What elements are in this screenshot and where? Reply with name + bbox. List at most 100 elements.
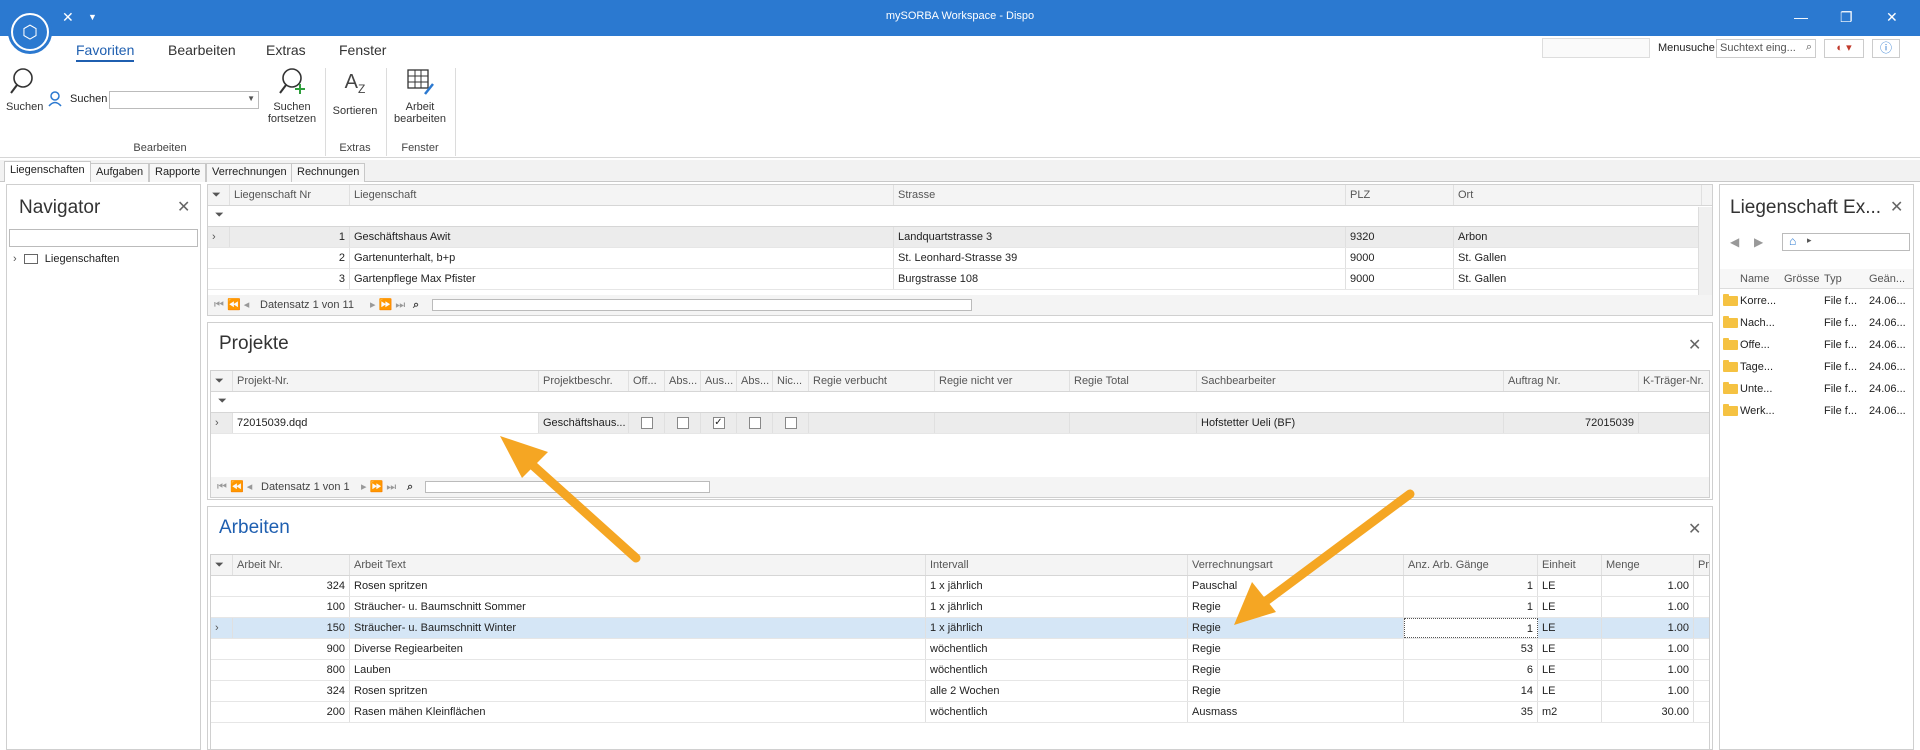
cell-projekt-nr[interactable]: 72015039.dqd [233,413,539,433]
checkbox-nic[interactable] [773,413,809,433]
path-breadcrumb[interactable]: ⌂ ▸ [1782,233,1910,251]
back-arrow-icon[interactable]: ◀ [1730,235,1739,249]
table-row[interactable]: 324 Rosen spritzen 1 x jährlich Pauschal 1 LE… [211,576,1709,597]
col-typ[interactable]: Typ [1824,273,1842,285]
app-logo[interactable]: ⬡ [8,10,52,54]
list-item[interactable]: Tage... File f... 24.06... [1720,357,1913,377]
tab-rapporte[interactable]: Rapporte [149,163,207,182]
close-icon[interactable]: ✕ [1688,519,1701,539]
pager-nav-icon[interactable]: ⏮ ⏪ ◂ [217,477,252,497]
vertical-scrollbar[interactable] [1698,207,1712,295]
menu-extras[interactable]: Extras [266,42,306,58]
checkbox-abs[interactable] [665,413,701,433]
layout-combo[interactable] [1542,38,1650,58]
table-row[interactable]: 200 Rasen mähen Kleinflächen wöchentlich Au… [211,702,1709,723]
suchen-combo[interactable]: ▼ [109,91,259,109]
close-icon[interactable]: ✕ [1890,197,1903,217]
col-liegenschaft[interactable]: Liegenschaft [350,185,894,205]
list-item[interactable]: Werk... File f... 24.06... [1720,401,1913,421]
close-icon[interactable]: ✕ [177,197,190,217]
list-item[interactable]: Offe... File f... 24.06... [1720,335,1913,355]
tab-rechnungen[interactable]: Rechnungen [291,163,366,182]
search-icon[interactable]: ⌕ [413,295,419,315]
table-row[interactable]: 100 Sträucher- u. Baumschnitt Sommer 1 x j… [211,597,1709,618]
filter-icon[interactable]: ⏷ [208,185,230,205]
sortieren-button[interactable]: AZ Sortieren [330,66,380,117]
horizontal-scrollbar[interactable] [432,299,972,311]
list-item[interactable]: Unte... File f... 24.06... [1720,379,1913,399]
tab-verrechnungen[interactable]: Verrechnungen [206,163,293,182]
col-plz[interactable]: PLZ [1346,185,1454,205]
menu-fenster[interactable]: Fenster [339,42,386,58]
table-row[interactable]: 2 Gartenunterhalt, b+p St. Leonhard-Stra… [208,248,1712,269]
col-aus[interactable]: Aus... [701,371,737,391]
suchen-button[interactable]: Suchen [6,66,43,113]
checkbox-off[interactable] [629,413,665,433]
col-abs2[interactable]: Abs... [737,371,773,391]
col-off[interactable]: Off... [629,371,665,391]
restore-button[interactable]: ❐ [1840,8,1853,26]
col-anz-arb-gaenge[interactable]: Anz. Arb. Gänge [1404,555,1538,575]
tab-aufgaben[interactable]: Aufgaben [90,163,150,182]
table-row[interactable]: › 72015039.dqd Geschäftshaus... ✓ Hofste… [211,413,1709,434]
col-abs[interactable]: Abs... [665,371,701,391]
col-projektbeschr[interactable]: Projektbeschr. [539,371,629,391]
table-row[interactable]: 3 Gartenpflege Max Pfister Burgstrasse 1… [208,269,1712,290]
checkbox-abs2[interactable] [737,413,773,433]
list-item[interactable]: Nach... File f... 24.06... [1720,313,1913,333]
col-projekt-nr[interactable]: Projekt-Nr. [233,371,539,391]
table-row[interactable]: 800 Lauben wöchentlich Regie 6 LE 1.00 [211,660,1709,681]
close-small-icon[interactable]: ✕ [62,8,74,26]
pager-nav-icon[interactable]: ▸ ⏩ ⏭ [361,477,396,497]
table-row[interactable]: › 150 Sträucher- u. Baumschnitt Winter 1 x … [211,618,1709,639]
quick-access-dropdown-icon[interactable]: ▼ [88,8,97,26]
forward-arrow-icon[interactable]: ▶ [1754,235,1763,249]
col-strasse[interactable]: Strasse [894,185,1346,205]
menusuche-input[interactable]: Suchtext eing... ⌕ [1716,39,1816,58]
col-groesse[interactable]: Grösse [1784,273,1819,285]
filter-icon[interactable]: ⏷ [211,555,233,575]
tab-liegenschaften[interactable]: Liegenschaften [4,161,91,182]
menu-bearbeiten[interactable]: Bearbeiten [168,42,236,58]
col-einheit[interactable]: Einheit [1538,555,1602,575]
col-liegenschaft-nr[interactable]: Liegenschaft Nr [230,185,350,205]
tree-node-liegenschaften[interactable]: › Liegenschaften [13,253,119,265]
info-icon[interactable]: ⓘ [1872,39,1900,58]
col-arbeit-text[interactable]: Arbeit Text [350,555,926,575]
horizontal-scrollbar[interactable] [425,481,710,493]
col-regie-total[interactable]: Regie Total [1070,371,1197,391]
col-sachbearbeiter[interactable]: Sachbearbeiter [1197,371,1504,391]
col-ort[interactable]: Ort [1454,185,1702,205]
col-name[interactable]: Name [1740,273,1769,285]
col-menge[interactable]: Menge [1602,555,1694,575]
navigator-search-input[interactable] [9,229,198,247]
close-icon[interactable]: ✕ [1688,335,1701,355]
table-row[interactable]: 900 Diverse Regiearbeiten wöchentlich Regie… [211,639,1709,660]
col-regie-verbucht[interactable]: Regie verbucht [809,371,935,391]
col-arbeit-nr[interactable]: Arbeit Nr. [233,555,350,575]
filter-icon[interactable]: ⏷ [211,371,233,391]
search-icon[interactable]: ⌕ [407,477,413,497]
filter-row[interactable]: ⏷ [208,206,1712,227]
table-row[interactable]: › 1 Geschäftshaus Awit Landquartstrasse … [208,227,1712,248]
arbeit-bearbeiten-button[interactable]: Arbeit bearbeiten [392,66,448,125]
col-regie-nicht-ver[interactable]: Regie nicht ver [935,371,1070,391]
pager-nav-icon[interactable]: ▸ ⏩ ⏭ [370,295,405,315]
col-auftrag-nr[interactable]: Auftrag Nr. [1504,371,1639,391]
menu-favoriten[interactable]: Favoriten [76,42,135,62]
minimize-button[interactable]: — [1794,8,1808,26]
col-intervall[interactable]: Intervall [926,555,1188,575]
col-verrechnungsart[interactable]: Verrechnungsart [1188,555,1404,575]
pager-nav-icon[interactable]: ⏮ ⏪ ◂ [214,295,249,315]
filter-row[interactable]: ⏷ [211,392,1709,413]
table-row[interactable]: 324 Rosen spritzen alle 2 Wochen Regie 14 LE 1… [211,681,1709,702]
col-preis[interactable]: Pre [1694,555,1709,575]
checkbox-aus[interactable]: ✓ [701,413,737,433]
help-dropdown[interactable]: ◐ ▾ [1824,39,1864,58]
close-button[interactable]: ✕ [1886,8,1898,26]
suchen-fortsetzen-button[interactable]: Suchen fortsetzen [264,66,320,125]
col-k-traeger-nr[interactable]: K-Träger-Nr. [1639,371,1709,391]
col-nic[interactable]: Nic... [773,371,809,391]
col-geaendert[interactable]: Geän... [1869,273,1905,285]
list-item[interactable]: Korre... File f... 24.06... [1720,291,1913,311]
